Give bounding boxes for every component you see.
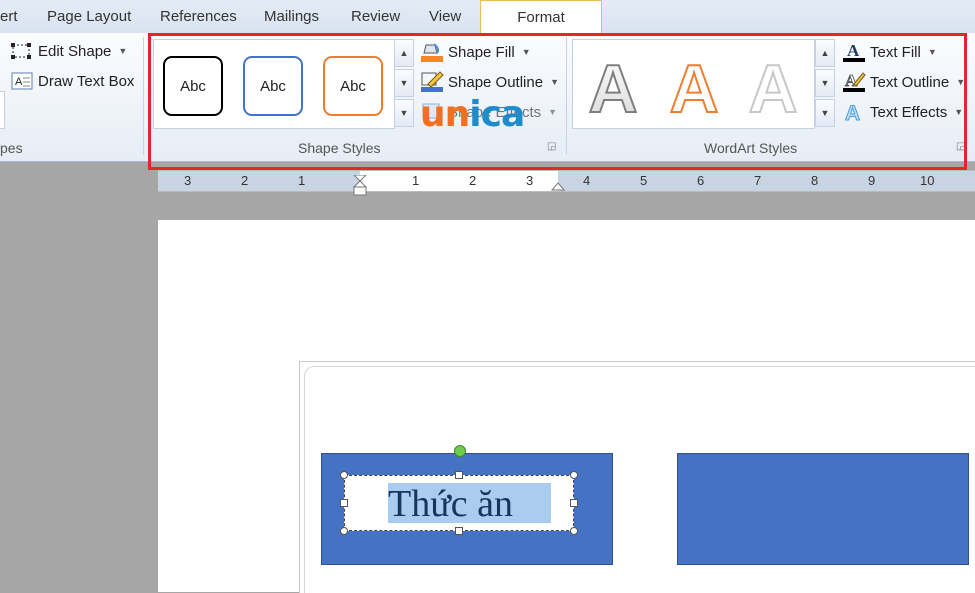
shape-box-2[interactable] [677,453,969,565]
ruler-label: 2 [241,173,249,188]
textbox-text[interactable]: Thức ăn [388,482,513,526]
insert-shapes-group-label: pes [0,140,23,156]
ruler-label: 6 [697,173,705,188]
dropdown-arrow-icon: ▼ [118,46,128,56]
ruler-label: 7 [754,173,762,188]
ribbon-tab-bar: ert Page Layout References Mailings Revi… [0,0,975,34]
ruler-label: 2 [469,173,477,188]
resize-handle[interactable] [340,527,348,535]
right-indent-marker-icon[interactable] [551,181,565,191]
group-separator [143,37,144,155]
horizontal-ruler[interactable]: 3 2 1 1 1 2 3 4 5 6 7 8 9 10 [158,170,975,196]
text-box[interactable]: Thức ăn [344,475,574,531]
svg-text:A: A [15,76,23,88]
ruler-margin-right [558,171,975,191]
ruler-label: 8 [811,173,819,188]
resize-handle[interactable] [340,471,348,479]
ruler-label: 9 [868,173,876,188]
tab-view[interactable]: View [429,0,461,33]
resize-handle[interactable] [570,499,578,507]
draw-text-box-label: Draw Text Box [38,72,135,90]
ruler-label: 1 [412,173,420,188]
ruler-label: 4 [583,173,591,188]
tab-format[interactable]: Format [480,0,602,34]
rotation-handle[interactable] [454,445,466,457]
tab-references[interactable]: References [160,0,237,33]
highlight-frame [148,33,967,170]
resize-handle[interactable] [455,471,463,479]
edit-shape-icon [11,43,31,59]
text-box-icon: A [11,72,33,90]
edit-shape-label: Edit Shape [38,42,112,60]
tab-review[interactable]: Review [351,0,400,33]
resize-handle[interactable] [570,471,578,479]
resize-handle[interactable] [570,527,578,535]
indent-marker-icon[interactable] [353,175,367,197]
gallery-edge [0,91,5,129]
edit-shape-button[interactable]: Edit Shape ▼ [10,41,127,61]
tab-page-layout[interactable]: Page Layout [47,0,131,33]
ruler-label: 10 [920,173,935,188]
ruler-label: 1 [298,173,306,188]
ruler-label: 3 [526,173,534,188]
draw-text-box-button[interactable]: A Draw Text Box [10,71,134,91]
ruler-label: 3 [184,173,192,188]
tab-mailings[interactable]: Mailings [264,0,319,33]
ruler-label: 5 [640,173,648,188]
tab-insert[interactable]: ert [0,0,18,33]
resize-handle[interactable] [455,527,463,535]
resize-handle[interactable] [340,499,348,507]
